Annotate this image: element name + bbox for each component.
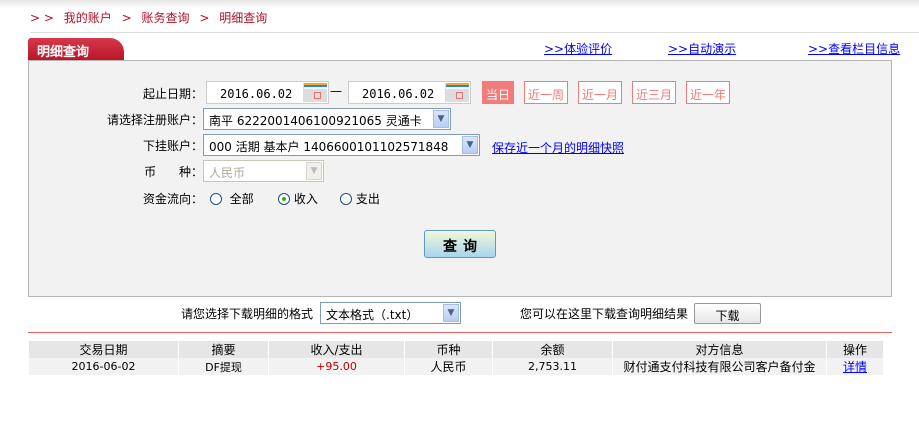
- download-button[interactable]: 下载: [694, 303, 761, 324]
- range-three-months-button[interactable]: 近三月: [632, 81, 676, 104]
- sub-account-select[interactable]: 000 活期 基本户 1406600101102571848 ▼: [203, 134, 480, 156]
- end-date-input[interactable]: 2016.06.02: [348, 81, 471, 104]
- end-date-value: 2016.06.02: [362, 87, 435, 101]
- account-label: 请选择注册账户：: [106, 113, 203, 127]
- link-column-info[interactable]: >>查看栏目信息: [808, 40, 900, 57]
- query-button[interactable]: 查询: [424, 230, 496, 258]
- currency-label: 币 种：: [144, 165, 203, 179]
- detail-table: 交易日期 摘要 收入/支出 币种 余额 对方信息 操作 2016-06-02 D…: [28, 341, 883, 375]
- link-experience-review[interactable]: >>体验评价: [544, 40, 612, 57]
- breadcrumb-detail-query: 明细查询: [219, 11, 268, 25]
- date-label: 起止日期：: [142, 87, 203, 101]
- top-shade: [0, 0, 919, 8]
- range-week-button[interactable]: 近一周: [524, 81, 568, 104]
- flow-option-income[interactable]: 收入: [278, 190, 318, 207]
- download-format-label: 请您选择下载明细的格式: [180, 307, 313, 321]
- date-dash: —: [330, 84, 342, 98]
- flow-label: 资金流向：: [142, 192, 203, 206]
- download-hint: 您可以在这里下载查询明细结果: [520, 307, 689, 321]
- chevron-down-icon[interactable]: ▼: [462, 136, 478, 154]
- account-value: 南平 6222001406100921065 灵通卡: [209, 114, 422, 128]
- header-action: 操作: [826, 341, 883, 358]
- chevron-down-icon: ▼: [306, 162, 322, 180]
- header-date: 交易日期: [28, 341, 179, 358]
- calendar-icon[interactable]: [445, 83, 469, 102]
- save-snapshot-link[interactable]: 保存近一个月的明细快照: [492, 139, 624, 156]
- flow-option-label: 全部: [229, 192, 254, 206]
- range-year-button[interactable]: 近一年: [686, 81, 730, 104]
- cell-amount: +95.00: [268, 358, 405, 375]
- breadcrumb-account-query[interactable]: 账务查询: [142, 11, 190, 25]
- start-date-input[interactable]: 2016.06.02: [206, 81, 329, 104]
- account-select[interactable]: 南平 6222001406100921065 灵通卡 ▼: [203, 108, 451, 130]
- link-auto-demo[interactable]: >>自动演示: [668, 40, 736, 57]
- flow-option-all[interactable]: 全部: [210, 190, 254, 207]
- radio-button[interactable]: [210, 193, 222, 205]
- range-today-button[interactable]: 当日: [482, 81, 514, 104]
- flow-option-label: 支出: [355, 192, 380, 206]
- calendar-icon[interactable]: [303, 83, 327, 102]
- cell-currency: 人民币: [404, 358, 493, 375]
- flow-option-label: 收入: [293, 192, 318, 206]
- cell-date: 2016-06-02: [28, 358, 179, 375]
- currency-value: 人民币: [209, 166, 246, 180]
- start-date-value: 2016.06.02: [220, 87, 293, 101]
- header-amount: 收入/支出: [268, 341, 405, 358]
- chevron-down-icon[interactable]: ▼: [443, 304, 459, 322]
- header-summary: 摘要: [178, 341, 269, 358]
- flow-option-expense[interactable]: 支出: [340, 190, 380, 207]
- header-balance: 余额: [492, 341, 613, 358]
- download-format-value: 文本格式（.txt）: [326, 308, 419, 322]
- radio-button[interactable]: [340, 193, 352, 205]
- table-header-row: 交易日期 摘要 收入/支出 币种 余额 对方信息 操作: [28, 341, 883, 358]
- cell-counterparty: 财付通支付科技有限公司客户备付金: [612, 358, 827, 375]
- divider: [30, 32, 919, 33]
- sub-account-value: 000 活期 基本户 1406600101102571848: [209, 140, 449, 154]
- breadcrumb-separator: >: [199, 11, 210, 25]
- currency-select: 人民币 ▼: [203, 160, 324, 182]
- sub-account-label: 下挂账户：: [142, 139, 203, 153]
- chevron-down-icon[interactable]: ▼: [433, 110, 449, 128]
- breadcrumb: > > 我的账户 > 账务查询 > 明细查询: [30, 9, 273, 26]
- header-counterparty: 对方信息: [612, 341, 827, 358]
- download-format-select[interactable]: 文本格式（.txt） ▼: [320, 302, 461, 324]
- breadcrumb-prefix: > >: [30, 11, 54, 25]
- breadcrumb-my-account[interactable]: 我的账户: [64, 11, 112, 25]
- details-link[interactable]: 详情: [843, 360, 867, 374]
- radio-button-selected[interactable]: [278, 193, 290, 205]
- divider: [28, 332, 892, 333]
- table-row: 2016-06-02 DF提现 +95.00 人民币 2,753.11 财付通支…: [28, 358, 883, 375]
- range-month-button[interactable]: 近一月: [578, 81, 622, 104]
- cell-balance: 2,753.11: [492, 358, 613, 375]
- cell-summary: DF提现: [178, 358, 269, 375]
- header-currency: 币种: [404, 341, 493, 358]
- tab-detail-query[interactable]: 明细查询: [28, 38, 124, 61]
- breadcrumb-separator: >: [121, 11, 132, 25]
